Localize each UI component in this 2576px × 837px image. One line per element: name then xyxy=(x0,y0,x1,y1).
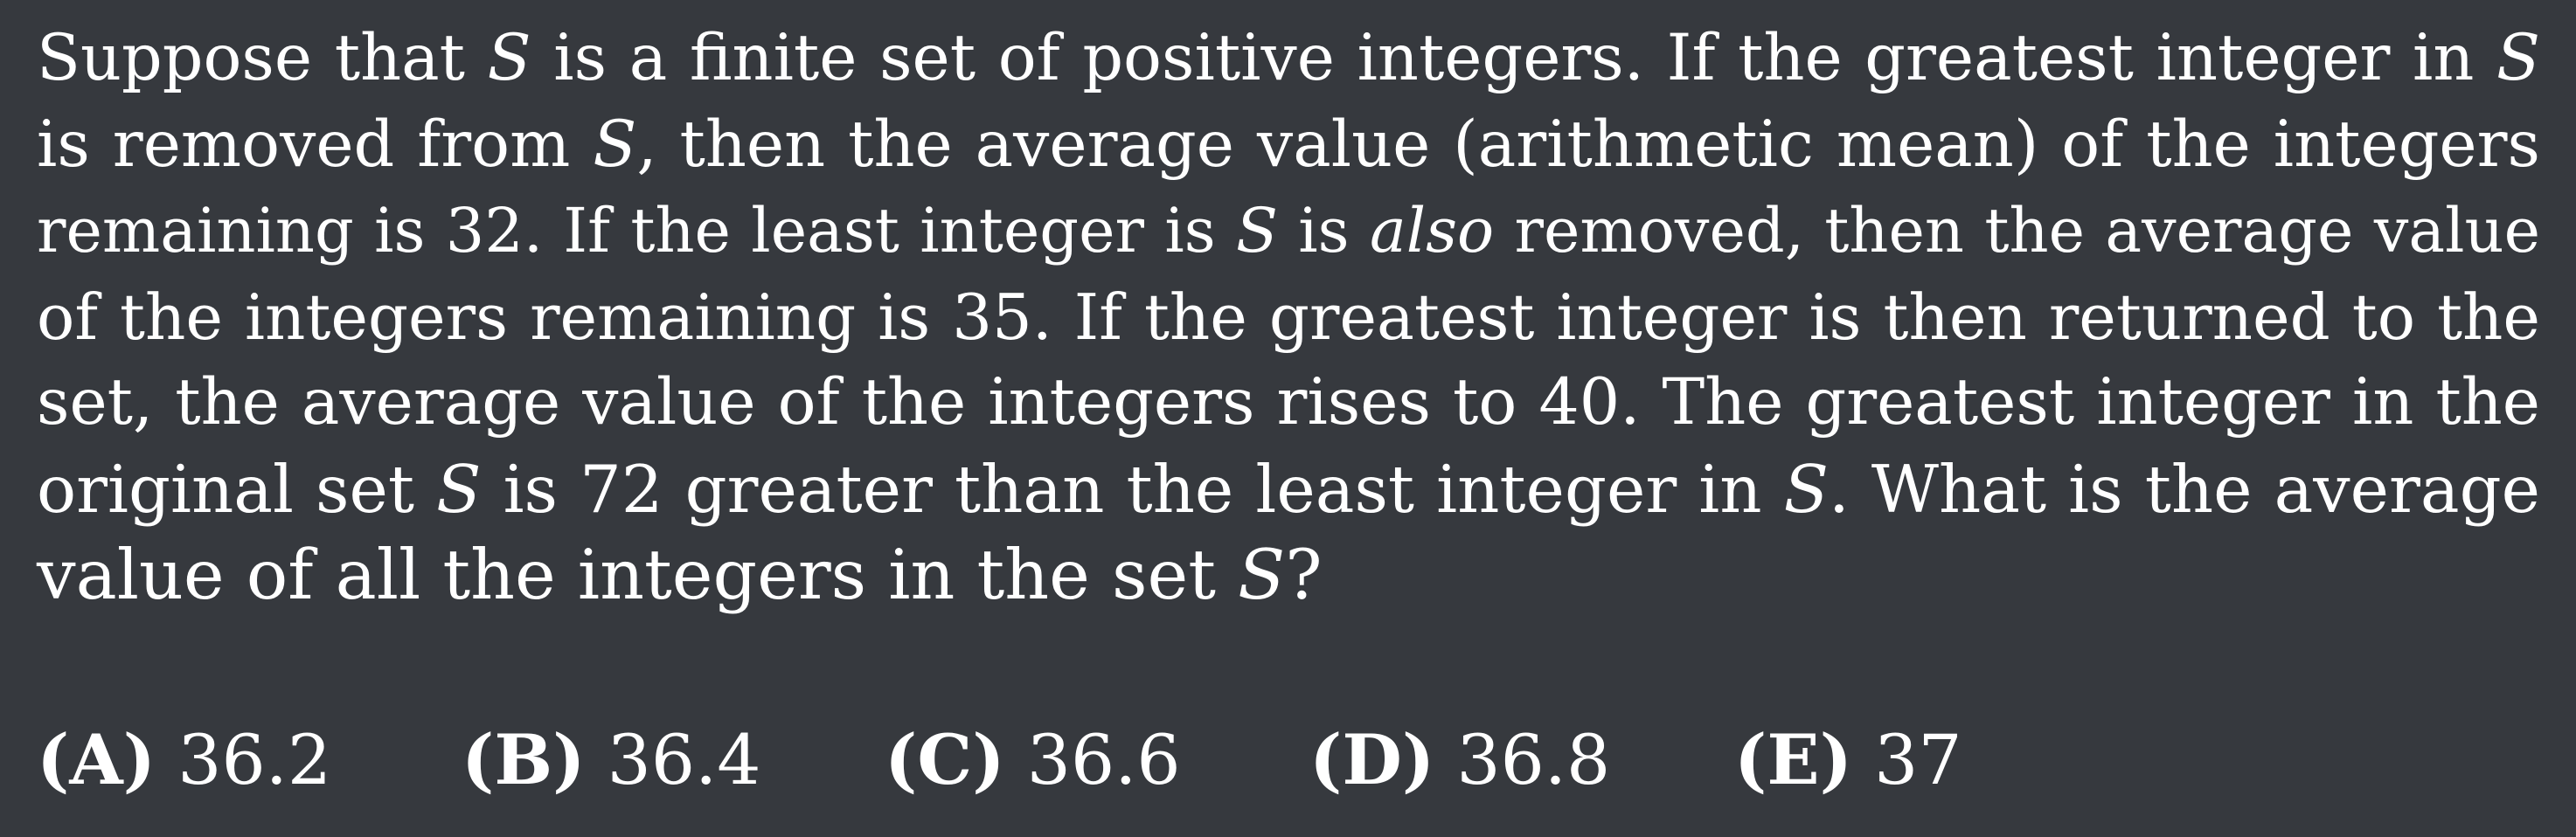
text-run: Suppose that xyxy=(37,21,488,95)
emphasized-text: also xyxy=(1369,195,1495,266)
choice-letter: (B) xyxy=(462,719,586,800)
text-run: value of all the integers in the set xyxy=(37,535,1239,615)
text-run: is a finite set of positive integers. If… xyxy=(531,21,2496,95)
choice-value: 36.2 xyxy=(177,720,332,800)
set-variable: S xyxy=(487,21,531,95)
text-run: is xyxy=(1277,195,1370,266)
choice-value: 36.4 xyxy=(607,720,761,800)
choice-value: 37 xyxy=(1874,720,1962,800)
text-run: . What is the average xyxy=(1828,450,2541,528)
text-run: , then the average value (arithmetic mea… xyxy=(636,107,2540,182)
text-run: removed, then the average value xyxy=(1494,195,2541,266)
choice-letter: (D) xyxy=(1309,719,1435,800)
answer-choice-b[interactable]: (B) 36.4 xyxy=(462,716,761,804)
answer-choice-c[interactable]: (C) 36.6 xyxy=(885,716,1181,804)
problem-line-3: remaining is 32. If the least integer is… xyxy=(37,188,2540,274)
problem-line-5: set, the average value of the integers r… xyxy=(37,360,2540,446)
text-run: is 72 greater than the least integer in xyxy=(481,450,1784,528)
set-variable: S xyxy=(2496,21,2541,95)
choice-letter: (A) xyxy=(37,719,156,800)
set-variable: S xyxy=(593,107,637,182)
text-run: ? xyxy=(1285,535,1323,615)
choice-letter: (E) xyxy=(1734,719,1852,800)
answer-choice-e[interactable]: (E) 37 xyxy=(1734,716,1962,804)
choice-value: 36.6 xyxy=(1026,720,1181,800)
set-variable: S xyxy=(1235,195,1278,266)
problem-line-7: value of all the integers in the set S? xyxy=(37,532,2540,619)
set-variable: S xyxy=(1238,535,1286,615)
answer-choice-d[interactable]: (D) 36.8 xyxy=(1309,716,1610,804)
text-run: remaining is 32. If the least integer is xyxy=(37,195,1236,266)
choice-value: 36.8 xyxy=(1456,720,1611,800)
problem-line-2: is removed from S, then the average valu… xyxy=(37,102,2540,189)
answer-choice-a[interactable]: (A) 36.2 xyxy=(37,716,331,804)
problem-statement: Suppose that S is a finite set of positi… xyxy=(37,16,2540,619)
problem-line-4: of the integers remaining is 35. If the … xyxy=(37,274,2540,361)
choice-letter: (C) xyxy=(885,719,1005,800)
set-variable: S xyxy=(436,450,482,528)
answer-choices: (A) 36.2 (B) 36.4 (C) 36.6 (D) 36.8 (E) … xyxy=(37,716,2540,804)
problem-line-1: Suppose that S is a finite set of positi… xyxy=(37,16,2540,102)
text-run: is removed from xyxy=(37,107,594,182)
text-run: original set xyxy=(37,450,437,528)
text-run: of the integers remaining is 35. If the … xyxy=(37,280,2540,354)
text-run: set, the average value of the integers r… xyxy=(37,365,2540,439)
problem-line-6: original set S is 72 greater than the le… xyxy=(37,446,2540,533)
set-variable: S xyxy=(1783,450,1829,528)
